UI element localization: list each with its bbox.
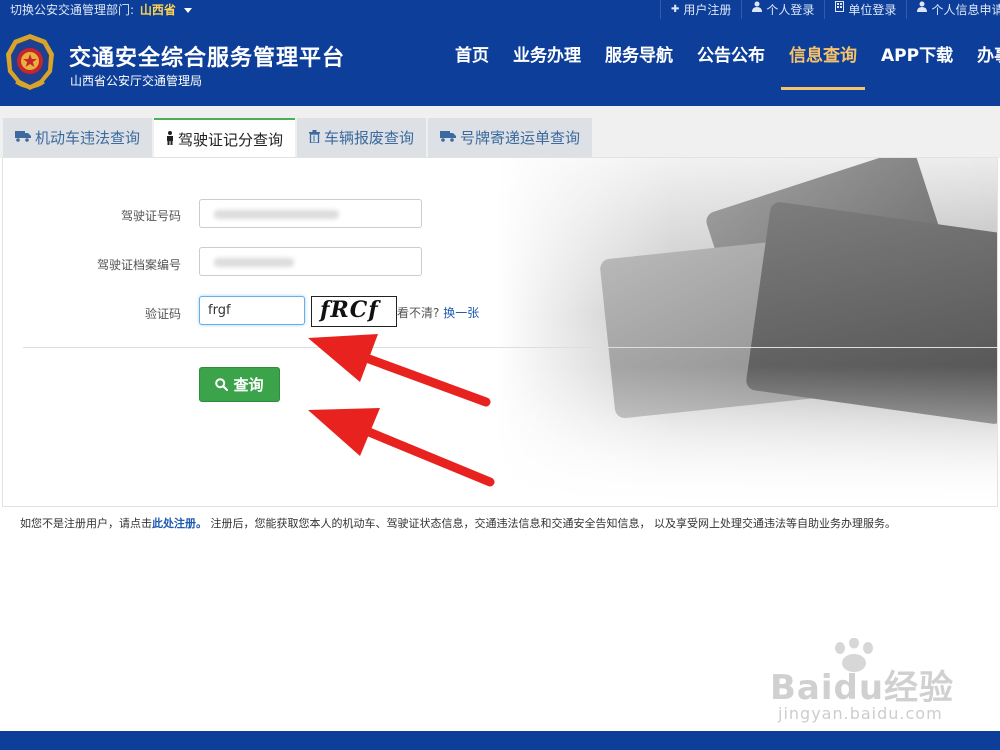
register-here-link[interactable]: 此处注册。 (152, 517, 207, 530)
plus-icon: ✚ (671, 3, 680, 15)
register-link-label: 用户注册 (683, 2, 732, 17)
tab-vehicle-scrap-label: 车辆报废查询 (324, 129, 415, 147)
query-panel: 驾驶证号码 驾驶证档案编号 验证码 frgf fRCf 看不清? 换一张 查询 (2, 157, 998, 507)
captcha-input[interactable]: frgf (199, 296, 305, 325)
form-divider (23, 347, 997, 348)
tab-vehicle-scrap[interactable]: 车辆报废查询 (297, 118, 427, 157)
caret-down-icon[interactable] (183, 8, 192, 13)
baidu-jingyan-watermark: Baidu经验 jingyan.baidu.com (764, 638, 953, 728)
truck-icon (440, 130, 457, 145)
register-link[interactable]: ✚ 用户注册 (660, 0, 741, 19)
unit-login-link[interactable]: 单位登录 (824, 0, 906, 19)
top-bar: 切换公安交通管理部门: 山西省 ✚ 用户注册 个人登录 单位登录 个人信息申请 (0, 0, 1000, 19)
captcha-image[interactable]: fRCf (311, 296, 397, 327)
tab-vehicle-violation[interactable]: 机动车违法查询 (3, 118, 153, 157)
cant-see-text: 看不清? (397, 306, 440, 320)
site-title: 交通安全综合服务管理平台 (69, 46, 346, 71)
watermark-text: Baidu经验 (770, 668, 955, 708)
footer-bar (0, 731, 1000, 750)
license-number-label: 驾驶证号码 (120, 209, 181, 223)
nav-home[interactable]: 首页 (447, 19, 497, 106)
user-icon (917, 1, 928, 19)
query-tabs: 机动车违法查询 驾驶证记分查询 车辆报废查询 号牌寄递运单查询 (3, 118, 594, 159)
blurred-license-number (214, 210, 339, 219)
tab-license-points[interactable]: 驾驶证记分查询 (154, 118, 296, 159)
department-switch[interactable]: 切换公安交通管理部门: 山西省 (10, 1, 192, 18)
site-header: 交通安全综合服务管理平台 山西省公安厅交通管理局 首页 业务办理 服务导航 公告… (0, 19, 1000, 106)
building-icon (835, 0, 845, 19)
person-icon (166, 131, 174, 148)
truck-icon (15, 130, 31, 145)
police-emblem-icon (2, 32, 58, 92)
nav-business[interactable]: 业务办理 (505, 19, 589, 106)
license-number-input[interactable] (199, 199, 422, 228)
background-fade (497, 366, 997, 506)
note-prefix: 如您不是注册用户，请点击 (20, 517, 152, 530)
captcha-refresh: 看不清? 换一张 (397, 304, 479, 321)
nav-app-download[interactable]: APP下载 (873, 19, 961, 106)
captcha-input-value: frgf (208, 303, 231, 318)
tab-plate-delivery[interactable]: 号牌寄递运单查询 (428, 118, 593, 157)
nav-service-guide[interactable]: 服务导航 (597, 19, 681, 106)
tab-vehicle-violation-label: 机动车违法查询 (35, 129, 141, 147)
top-links: ✚ 用户注册 个人登录 单位登录 个人信息申请 (660, 0, 1000, 19)
captcha-image-text: fRCf (320, 297, 379, 323)
nav-affairs[interactable]: 办事 (969, 19, 1000, 106)
search-icon (215, 378, 229, 391)
tab-license-points-label: 驾驶证记分查询 (178, 131, 284, 149)
register-note: 如您不是注册用户，请点击此处注册。 注册后，您能获取您本人的机动车、驾驶证状态信… (20, 515, 896, 531)
nav-info-query[interactable]: 信息查询 (781, 19, 865, 106)
personal-login-link[interactable]: 个人登录 (741, 0, 824, 19)
wallet-background-image (497, 158, 997, 506)
file-number-input[interactable] (199, 247, 422, 276)
department-switch-label: 切换公安交通管理部门: (10, 3, 135, 17)
personal-info-apply-label: 个人信息申请 (931, 2, 1000, 17)
nav-announcements[interactable]: 公告公布 (689, 19, 773, 106)
trash-icon (309, 129, 321, 146)
query-button-label: 查询 (233, 376, 264, 394)
query-button[interactable]: 查询 (199, 367, 280, 402)
province-selector[interactable]: 山西省 (140, 3, 176, 17)
blurred-file-number (214, 258, 294, 267)
note-suffix: 注册后，您能获取您本人的机动车、驾驶证状态信息，交通违法信息和交通安全告知信息，… (207, 517, 896, 530)
watermark-url: jingyan.baidu.com (778, 704, 943, 723)
tab-plate-delivery-label: 号牌寄递运单查询 (460, 129, 581, 147)
change-captcha-link[interactable]: 换一张 (443, 306, 479, 320)
file-number-label: 驾驶证档案编号 (96, 258, 181, 272)
main-nav: 首页 业务办理 服务导航 公告公布 信息查询 APP下载 办事 (447, 19, 1000, 106)
unit-login-label: 单位登录 (848, 2, 897, 17)
site-subtitle: 山西省公安厅交通管理局 (70, 74, 203, 88)
personal-info-apply-link[interactable]: 个人信息申请 (906, 0, 1000, 19)
user-icon (752, 1, 763, 19)
personal-login-label: 个人登录 (766, 2, 815, 17)
captcha-label: 验证码 (144, 307, 181, 321)
